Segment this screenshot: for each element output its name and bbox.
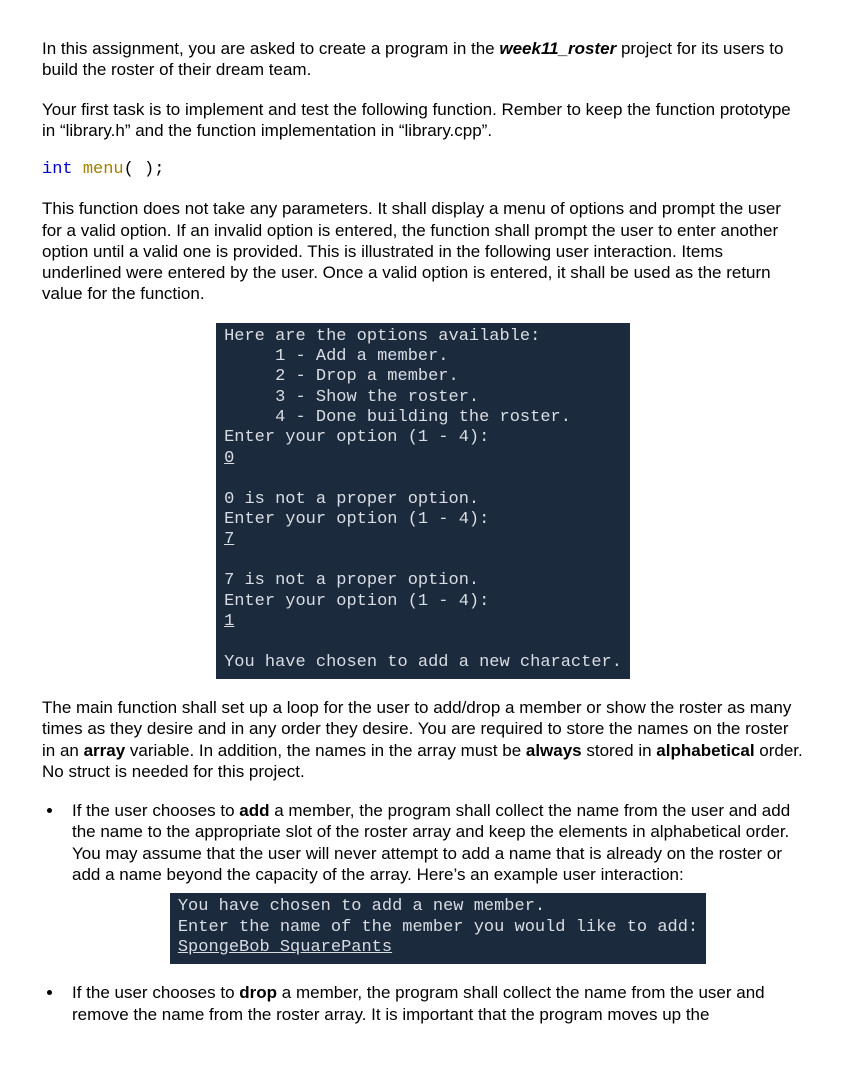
paragraph-menu-desc: This function does not take any paramete…	[42, 198, 804, 304]
project-name: week11_roster	[499, 39, 616, 58]
text: In this assignment, you are asked to cre…	[42, 39, 499, 58]
paragraph-task: Your first task is to implement and test…	[42, 99, 804, 142]
terminal-output-menu: Here are the options available: 1 - Add …	[216, 323, 630, 680]
bullet-drop: If the user chooses to drop a member, th…	[64, 982, 804, 1025]
paragraph-main-loop: The main function shall set up a loop fo…	[42, 697, 804, 782]
keyword-int: int	[42, 160, 73, 179]
text: stored in	[582, 741, 657, 760]
text: If the user chooses to	[72, 801, 239, 820]
user-input: 7	[224, 530, 234, 549]
code-tail: ( );	[124, 160, 165, 179]
user-input: 0	[224, 449, 234, 468]
user-input: 1	[224, 612, 234, 631]
paragraph-intro: In this assignment, you are asked to cre…	[42, 38, 804, 81]
bold-array: array	[84, 741, 126, 760]
user-input: SpongeBob SquarePants	[178, 938, 392, 957]
bullet-add: If the user chooses to add a member, the…	[64, 800, 804, 964]
bold-alphabetical: alphabetical	[656, 741, 754, 760]
bullet-list: If the user chooses to add a member, the…	[64, 800, 804, 1025]
bold-always: always	[526, 741, 582, 760]
terminal-output-add: You have chosen to add a new member. Ent…	[170, 893, 706, 964]
function-prototype: int menu( );	[42, 159, 804, 180]
function-name: menu	[83, 160, 124, 179]
text: variable. In addition, the names in the …	[125, 741, 526, 760]
bold-add: add	[239, 801, 269, 820]
bold-drop: drop	[239, 983, 277, 1002]
text: If the user chooses to	[72, 983, 239, 1002]
